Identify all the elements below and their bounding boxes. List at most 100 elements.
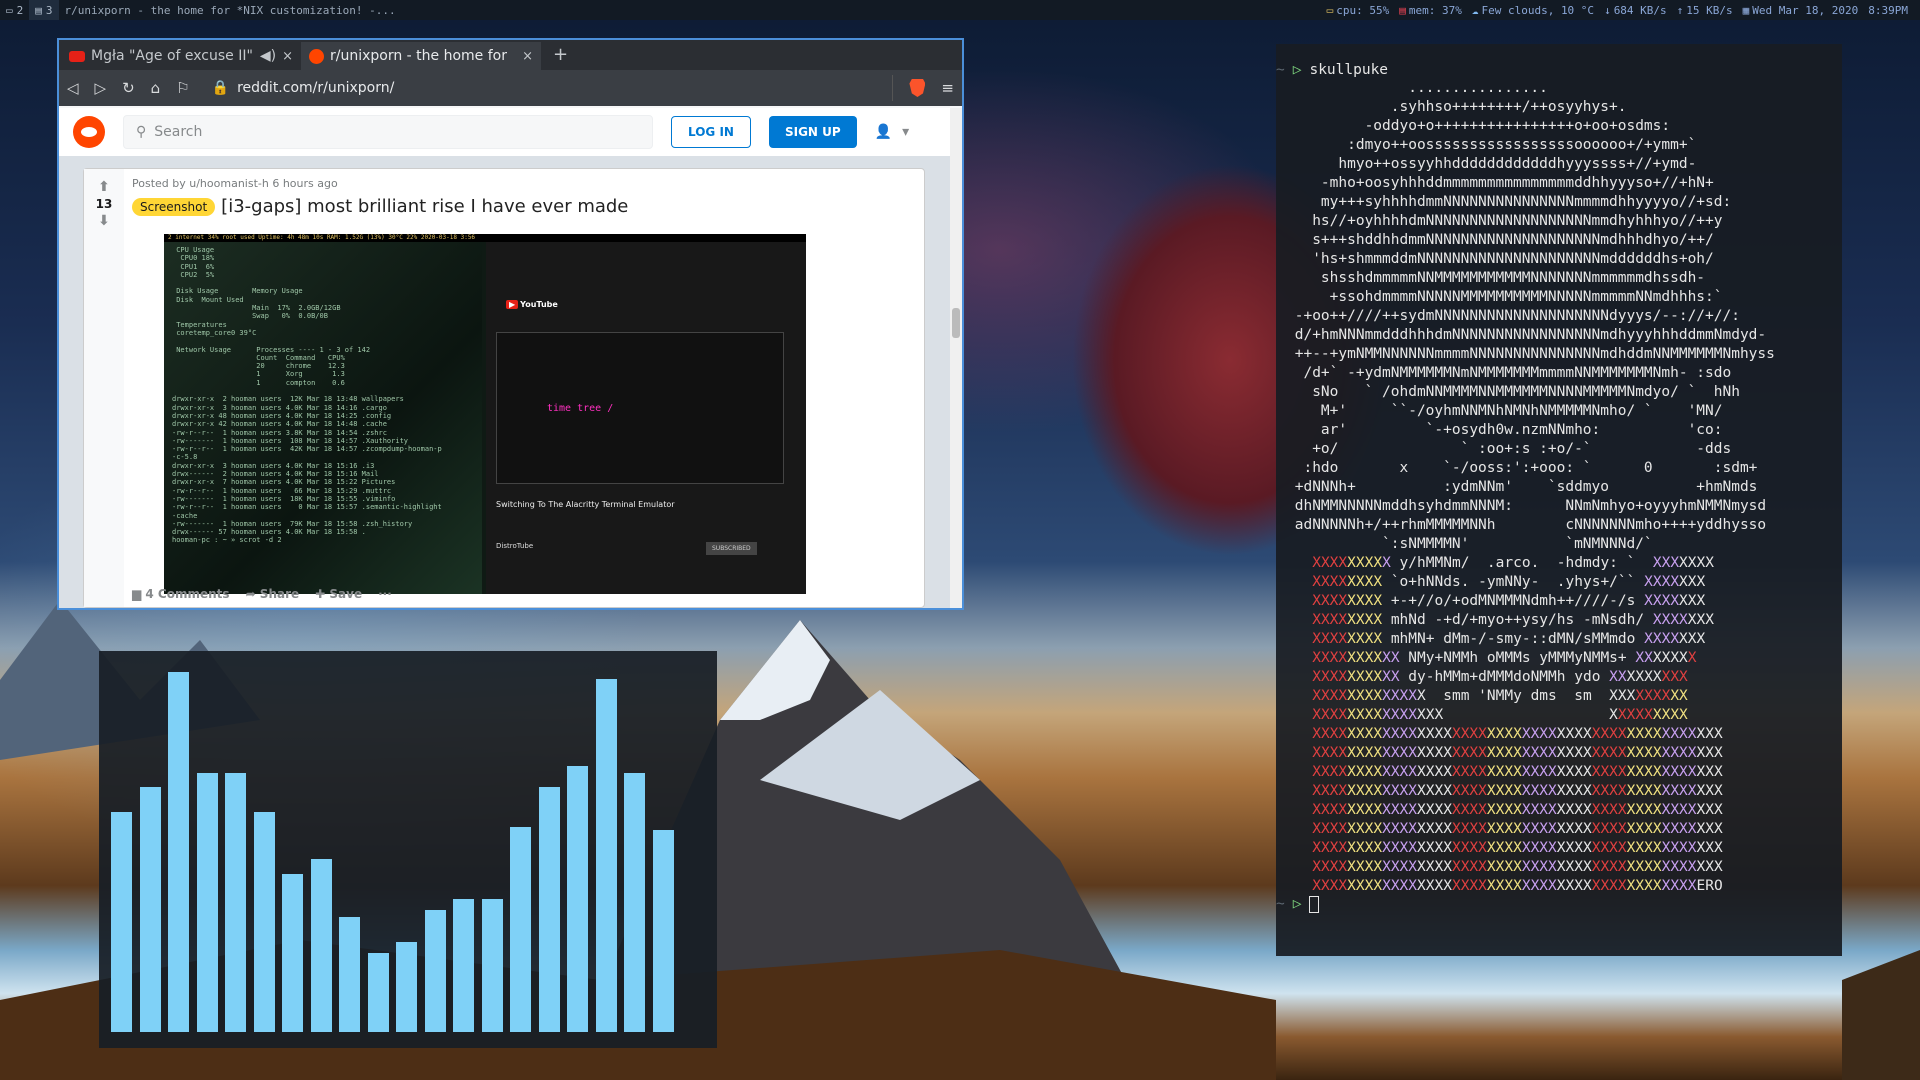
visualizer-bar — [424, 910, 446, 1032]
inner-terminal: CPU Usage CPU0 18% CPU1 6% CPU2 5% Disk … — [164, 242, 482, 594]
lock-icon: 🔒 — [211, 80, 230, 96]
address-bar[interactable]: 🔒 reddit.com/r/unixporn/ — [206, 75, 894, 101]
url-text: reddit.com/r/unixporn/ — [237, 80, 395, 96]
youtube-logo: ▶ YouTube — [506, 300, 558, 309]
bookmark-icon[interactable]: ⚐ — [176, 79, 189, 97]
window-title: r/unixporn - the home for *NIX customiza… — [64, 3, 396, 17]
close-tab-icon[interactable]: × — [282, 49, 293, 64]
more-button[interactable]: ··· — [378, 587, 392, 601]
audio-visualizer — [99, 651, 717, 1048]
upload-icon: ↑ — [1676, 3, 1684, 17]
ascii-art-line: +ssohdmmmmNNNNNMMMMMMMMMMNNNNNmmmmmNNmdh… — [1286, 289, 1723, 305]
channel-name: DistroTube — [496, 542, 534, 550]
top-status-bar: ▭ 2 ▤ 3 r/unixporn - the home for *NIX cus… — [0, 0, 1920, 20]
post-title[interactable]: [i3-gaps] most brilliant rise I have eve… — [221, 196, 628, 217]
signup-button[interactable]: SIGN UP — [768, 116, 857, 148]
ascii-art-line: XXXXXXXXXXXXXXXXXXXXXXXXXXXXXXXXXXXXXXXX… — [1312, 783, 1723, 799]
post-flair[interactable]: Screenshot — [132, 197, 216, 216]
ascii-art-line: .syhhso++++++++/++osyyhys+. — [1286, 99, 1627, 115]
ascii-art-line: s+++shddhhdmmNNNNNNNNNNNNNNNNNNNNmdhhhdh… — [1286, 232, 1714, 248]
ascii-art-line: +o/ ` :oo+:s :+o/-` -dds — [1286, 441, 1732, 457]
visualizer-bar — [567, 766, 588, 1032]
ascii-art-line: hmyo++ossyyhhddddddddddddhyyyssss+//+ymd… — [1286, 156, 1697, 172]
tab-bar: Mgła "Age of excuse II" ◀) × r/unixporn … — [59, 40, 962, 70]
ascii-art-line: XXXXXXXXXXXXXXXXXXXXXXXXXXXXXXXXXXXXXXXX… — [1312, 878, 1723, 894]
ascii-art-line: dhNMMNNNNNmddhsyhdmmNNNM: NNmNmhyo+oyyyh… — [1286, 498, 1767, 514]
comment-icon: ▆ — [132, 587, 146, 601]
share-icon: ➦ — [245, 587, 260, 601]
ascii-art-line: shsshdmmmmmNNMMMMMMMMMMMNNNNNNNmmmmmmdhs… — [1286, 270, 1706, 286]
workspace-2[interactable]: ▭ 2 — [0, 0, 29, 20]
comments-button[interactable]: ▆ 4 Comments — [132, 587, 230, 601]
workspace-number: 3 — [45, 3, 53, 17]
ascii-art-line: :hdo x `-/ooss:':+ooo: ` 0 :sdm+ — [1286, 460, 1758, 476]
user-menu[interactable]: 👤 ▾ — [875, 124, 909, 140]
player-text: time tree / — [547, 403, 614, 414]
prompt-tilde: ~ — [1276, 62, 1285, 78]
monitor-icon: ▭ — [1326, 3, 1334, 17]
ascii-art-line: XXXXXXXXXXXXX smm 'NMMy dms sm XXXXXXXXX — [1312, 688, 1688, 704]
ascii-art-line: -oddyo+o++++++++++++++++o+oo+osdms: — [1286, 118, 1671, 134]
time: 8:39PM — [1868, 3, 1908, 17]
video-player: time tree / — [496, 332, 784, 484]
ascii-art-line: -mho+oosyhhhddmmmmmmmmmmmmmmmddhhyyyso+/… — [1286, 175, 1714, 191]
ascii-art-line: adNNNNNh+/++rhmMMMMMNNh cNNNNNNNmho++++y… — [1286, 517, 1767, 533]
inner-status-bar: 2 internet 34% root used Uptime: 4h 48m … — [164, 234, 806, 242]
home-icon[interactable]: ⌂ — [151, 79, 161, 97]
cloud-icon: ☁ — [1471, 3, 1479, 17]
post-card[interactable]: ⬆ 13 ⬇ Posted by u/hoomanist-h 6 hours a… — [83, 168, 925, 608]
download-icon: ↓ — [1604, 3, 1611, 17]
scrollbar[interactable] — [950, 108, 962, 608]
forward-icon[interactable]: ▷ — [95, 79, 107, 97]
workspace-icon: ▭ — [6, 3, 13, 17]
visualizer-bar — [310, 859, 332, 1032]
tab-youtube[interactable]: Mgła "Age of excuse II" ◀) × — [61, 42, 301, 70]
browser-window: Mgła "Age of excuse II" ◀) × r/unixporn … — [57, 38, 964, 610]
visualizer-bar — [139, 787, 161, 1032]
post-image[interactable]: 2 internet 34% root used Uptime: 4h 48m … — [164, 234, 806, 594]
downvote-icon[interactable]: ⬇ — [98, 213, 110, 229]
reload-icon[interactable]: ↻ — [122, 79, 135, 97]
ascii-art-line: XXXXXXXX +-+//o/+odMNMMMNdmh++////-/s XX… — [1312, 593, 1706, 609]
brave-shield-icon[interactable] — [909, 79, 926, 97]
cursor[interactable] — [1309, 896, 1320, 913]
nav-bar: ◁ ▷ ↻ ⌂ ⚐ 🔒 reddit.com/r/unixporn/ ≡ — [59, 70, 962, 106]
ascii-art-line: XXXXXXXX `o+hNNds. -ymNNy- .yhys+/`` XXX… — [1312, 574, 1706, 590]
visualizer-bar — [595, 679, 617, 1032]
ascii-art-line: XXXXXXXXXXXXXXXXXXXXXXXXXXXXXXXXXXXXXXXX… — [1312, 821, 1723, 837]
back-icon[interactable]: ◁ — [67, 79, 79, 97]
score: 13 — [95, 197, 113, 211]
visualizer-bar — [538, 787, 560, 1032]
share-button[interactable]: ➦ Share — [246, 587, 300, 601]
search-input[interactable]: ⚲ Search — [123, 115, 653, 149]
upvote-icon[interactable]: ⬆ — [98, 179, 110, 195]
close-tab-icon[interactable]: × — [522, 49, 533, 64]
reddit-icon — [309, 48, 324, 64]
ascii-art-line: M+' ``-/oyhmNNMNhNMNhNMMMMMNmho/ ` 'MN/ — [1286, 403, 1723, 419]
menu-icon[interactable]: ≡ — [941, 79, 954, 97]
post-actions: ▆ 4 Comments ➦ Share ✚ Save ··· — [132, 587, 392, 601]
visualizer-bar — [253, 812, 275, 1032]
ascii-art-line: -+oo++////++sydmNNNNNNNNNNNNNNNNNNNNdyyy… — [1286, 308, 1740, 324]
ascii-art-line: XXXXXXXXXXXXXXXXXXXXXXXXXXXXXXXXXXXXXXXX… — [1312, 840, 1723, 856]
workspace-icon: ▤ — [35, 3, 42, 17]
save-button[interactable]: ✚ Save — [315, 587, 362, 601]
ascii-art-line: d/+hmNNNmmdddhhhdmNNNNNNNNNNNNNNNNNmdhyy… — [1286, 327, 1767, 343]
reddit-logo[interactable] — [73, 116, 105, 148]
visualizer-bar — [367, 953, 389, 1032]
ascii-art-line: my+++syhhhhdmmNNNNNNNNNNNNNNNmmmmdhhyyyy… — [1286, 194, 1732, 210]
prompt-arrow-icon: ▷ — [1292, 896, 1302, 912]
terminal-window[interactable]: ~ ▷ skullpuke ................ .syhhso++… — [1276, 44, 1842, 956]
chevron-down-icon: ▾ — [902, 124, 910, 140]
new-tab-button[interactable]: + — [541, 44, 580, 70]
tab-title: r/unixporn - the home for — [330, 48, 507, 64]
workspace-3[interactable]: ▤ 3 — [29, 0, 59, 20]
command-text: skullpuke — [1309, 62, 1389, 78]
tab-reddit[interactable]: r/unixporn - the home for × — [301, 42, 541, 70]
subscribed-button: SUBSCRIBED — [706, 542, 757, 555]
login-button[interactable]: LOG IN — [671, 116, 751, 148]
search-icon: ⚲ — [136, 124, 147, 140]
speaker-icon[interactable]: ◀) — [260, 48, 276, 64]
visualizer-bar — [196, 773, 218, 1032]
visualizer-bar — [481, 899, 503, 1032]
